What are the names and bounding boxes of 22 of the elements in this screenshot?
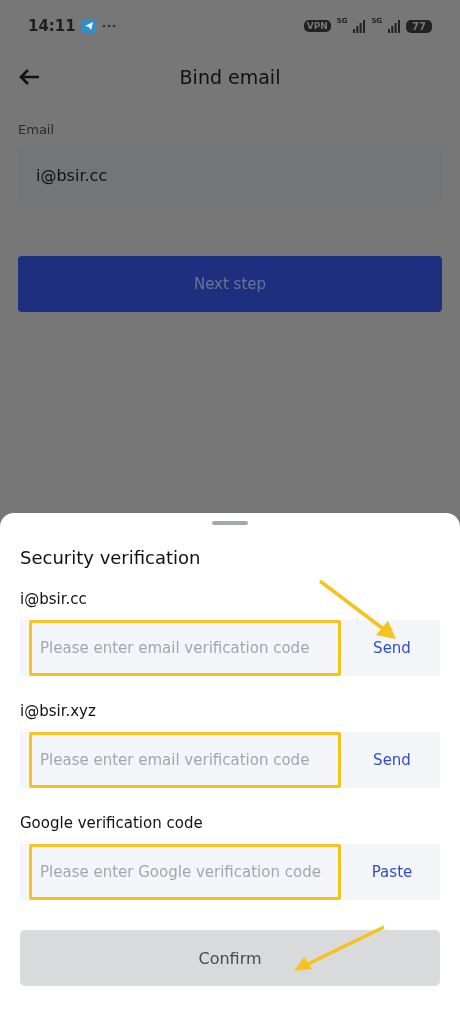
battery-indicator: 77 — [406, 19, 432, 33]
field-action-link[interactable]: Paste — [344, 863, 440, 881]
back-button[interactable] — [18, 68, 40, 86]
vpn-badge: VPN — [303, 20, 331, 32]
signal-icon — [353, 19, 366, 33]
page-title: Bind email — [178, 66, 282, 88]
field-action-link[interactable]: Send — [344, 751, 440, 769]
status-time: 14:11 — [28, 17, 76, 35]
drag-handle[interactable] — [212, 521, 248, 525]
field-label: Email — [18, 122, 56, 137]
field-label: i@bsir.xyz — [20, 702, 97, 720]
field-label: i@bsir.cc — [20, 590, 88, 608]
email-field[interactable]: i@bsir.cc — [18, 148, 442, 202]
field-action-link[interactable]: Send — [344, 639, 440, 657]
signal-icon — [388, 19, 401, 33]
sheet-title: Security verification — [20, 547, 202, 568]
code-field[interactable]: Please enter email verification code Send — [20, 732, 440, 788]
more-icon — [101, 24, 116, 28]
paper-plane-icon — [81, 19, 96, 33]
code-field[interactable]: Please enter Google verification code Paste — [20, 844, 440, 900]
field-label: Google verification code — [20, 814, 204, 832]
code-field[interactable]: Please enter email verification code Send — [20, 620, 440, 676]
